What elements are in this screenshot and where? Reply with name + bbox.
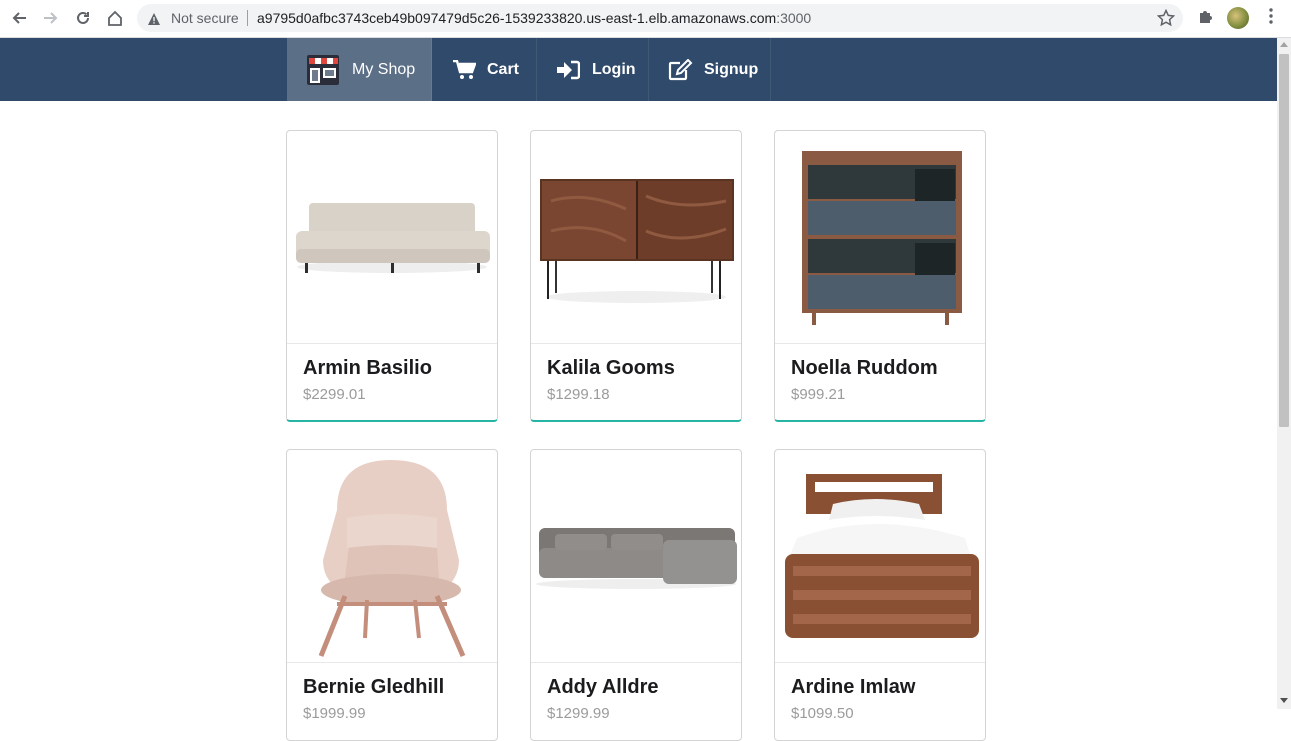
product-card[interactable]: Addy Alldre $1299.99 [530,449,742,741]
security-label[interactable]: Not secure [171,10,239,26]
url-text[interactable]: a9795d0afbc3743ceb49b097479d5c26-1539233… [257,10,811,26]
kebab-menu-icon[interactable] [1262,7,1280,29]
scroll-thumb[interactable] [1279,54,1289,427]
extensions-puzzle-icon[interactable] [1197,7,1215,29]
scroll-up-icon[interactable] [1280,42,1288,47]
product-name[interactable]: Bernie Gledhill [303,676,444,699]
nav-label: My Shop [352,60,416,78]
product-price: $1299.99 [547,705,610,722]
product-image-lounge-chair[interactable] [287,450,497,663]
product-name[interactable]: Kalila Gooms [547,357,675,380]
browser-toolbar: Not secure a9795d0afbc3743ceb49b097479d5… [0,0,1291,38]
nav-cart[interactable]: Cart [432,38,537,101]
product-card[interactable]: Kalila Gooms $1299.18 [530,130,742,422]
bookmark-star-icon[interactable] [1156,8,1176,31]
product-name[interactable]: Armin Basilio [303,357,432,380]
login-icon [557,60,581,80]
omnibox-divider [247,10,248,26]
product-price: $1099.50 [791,705,854,722]
nav-label: Login [592,60,636,78]
product-image-sectional[interactable] [531,450,741,663]
product-price: $999.21 [791,386,846,403]
edit-icon [668,58,693,81]
url-port: :3000 [776,10,812,26]
nav-signup[interactable]: Signup [649,38,771,101]
product-card[interactable]: Bernie Gledhill $1999.99 [286,449,498,741]
url-host: a9795d0afbc3743ceb49b097479d5c26-1539233… [257,10,777,26]
back-icon[interactable] [8,7,30,29]
product-card[interactable]: Armin Basilio $2299.01 [286,130,498,422]
profile-avatar[interactable] [1227,7,1249,29]
forward-icon[interactable] [40,7,62,29]
product-name[interactable]: Addy Alldre [547,676,659,699]
product-name[interactable]: Ardine Imlaw [791,676,915,699]
home-icon[interactable] [104,7,126,29]
warning-icon[interactable] [147,11,161,30]
product-price: $1999.99 [303,705,366,722]
reload-icon[interactable] [72,7,94,29]
nav-label: Cart [487,60,520,78]
product-image-bed[interactable] [775,450,985,663]
product-image-credenza[interactable] [531,131,741,344]
product-card[interactable]: Noella Ruddom $999.21 [774,130,986,422]
product-name[interactable]: Noella Ruddom [791,357,938,380]
cart-icon [453,59,477,80]
product-price: $1299.18 [547,386,610,403]
nav-my-shop[interactable]: My Shop [287,38,432,101]
product-image-cabinet[interactable] [775,131,985,344]
product-price: $2299.01 [303,386,366,403]
site-navbar: My Shop Cart Login Signup [0,38,1277,101]
nav-login[interactable]: Login [537,38,649,101]
page-scrollbar[interactable] [1277,38,1291,709]
product-card[interactable]: Ardine Imlaw $1099.50 [774,449,986,741]
shop-icon [306,54,340,86]
product-image-sofa[interactable] [287,131,497,344]
scroll-down-icon[interactable] [1280,698,1288,703]
nav-label: Signup [704,60,759,78]
address-bar[interactable]: Not secure a9795d0afbc3743ceb49b097479d5… [137,4,1183,32]
